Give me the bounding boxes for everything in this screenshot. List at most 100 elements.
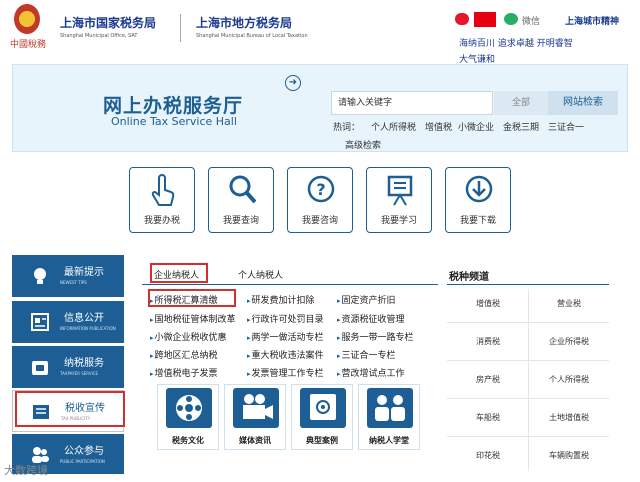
- city-spirit-title: 上海城市精神: [565, 17, 620, 27]
- local-tax-title[interactable]: 上海市地方税务局: [196, 14, 292, 31]
- wechat-icon[interactable]: [504, 13, 518, 25]
- quick-action-tax-filing[interactable]: 我要办税: [129, 167, 195, 233]
- search-button[interactable]: 网站检索: [548, 91, 618, 115]
- feature-tile-label: 税务文化: [172, 436, 204, 445]
- quick-action-label: 我要学习: [380, 216, 417, 226]
- feature-tile-label: 纳税人学堂: [369, 436, 409, 445]
- quick-action-learn[interactable]: 我要学习: [366, 167, 432, 233]
- highlight-box: [15, 391, 125, 427]
- enterprise-link[interactable]: 重大税收违法案件: [247, 348, 324, 361]
- sidebar-item-label: 纳税服务: [64, 358, 104, 369]
- header-divider: [180, 14, 181, 42]
- hot-word-link[interactable]: 金税三期: [503, 120, 539, 133]
- tax-type-link[interactable]: 车辆购置税: [529, 450, 609, 461]
- weibo-icon[interactable]: [455, 13, 469, 25]
- presentation-icon: [387, 175, 413, 206]
- video-camera-icon: [233, 388, 279, 428]
- feature-tile-taxpayer-school[interactable]: 纳税人学堂: [358, 384, 420, 450]
- enterprise-link[interactable]: 研发费加计扣除: [247, 293, 315, 306]
- tax-type-link[interactable]: 企业所得税: [529, 336, 609, 347]
- quick-action-label: 我要下载: [459, 216, 496, 226]
- hot-word-link[interactable]: 增值税: [425, 120, 452, 133]
- tax-type-link[interactable]: 车船税: [448, 412, 528, 423]
- students-icon: [367, 388, 413, 428]
- quick-action-label: 我要办税: [143, 216, 180, 226]
- search-icon: [229, 175, 256, 204]
- tab-individual-taxpayer[interactable]: 个人纳税人: [238, 268, 283, 281]
- sidebar-item-sublabel: NEWEST TIPS: [60, 280, 87, 285]
- enterprise-link[interactable]: 营改增试点工作: [337, 366, 405, 379]
- sidebar-item-newest-tips[interactable]: 最新提示 NEWEST TIPS: [12, 255, 124, 297]
- download-icon: [465, 175, 493, 203]
- enterprise-link[interactable]: 发票管理工作专栏: [247, 366, 324, 379]
- state-tax-subtitle: Shanghai Municipal Office, SAT: [60, 33, 138, 39]
- tax-type-link[interactable]: 增值税: [448, 298, 528, 309]
- enterprise-link[interactable]: 增值税电子发票: [150, 366, 218, 379]
- sidebar-item-info-disclosure[interactable]: 信息公开 INFORMATION PUBLICATION: [12, 301, 124, 343]
- sidebar-item-sublabel: PUBLIC PARTICIPATION: [60, 459, 105, 464]
- hot-word-link[interactable]: 个人所得税: [371, 120, 416, 133]
- film-reel-icon: [166, 388, 212, 428]
- feature-tile-label: 典型案例: [306, 436, 338, 445]
- emblem-motto: 中國稅務: [10, 40, 47, 50]
- feature-tile-typical-cases[interactable]: 典型案例: [291, 384, 353, 450]
- lightbulb-icon: [34, 268, 46, 284]
- enterprise-link[interactable]: 固定资产折旧: [337, 293, 396, 306]
- search-input[interactable]: 请输入关键字: [331, 91, 493, 115]
- enterprise-link[interactable]: 服务一带一路专栏: [337, 330, 414, 343]
- quick-action-query[interactable]: 我要查询: [208, 167, 274, 233]
- enterprise-link[interactable]: 行政许可处罚目录: [247, 312, 324, 325]
- hall-title[interactable]: 网上办税服务厅: [103, 91, 243, 118]
- quick-action-download[interactable]: 我要下载: [445, 167, 511, 233]
- tax-type-link[interactable]: 印花税: [448, 450, 528, 461]
- sidebar-item-label: 最新提示: [64, 267, 104, 278]
- highlight-box: [148, 289, 236, 307]
- tax-type-link[interactable]: 房产税: [448, 374, 528, 385]
- highlight-box: [150, 263, 208, 283]
- search-scope-select[interactable]: 全部: [494, 91, 548, 115]
- tax-type-link[interactable]: 土地增值税: [529, 412, 609, 423]
- sidebar-item-taxpayer-service[interactable]: 纳税服务 TAXPAYER SERVICE: [12, 346, 124, 388]
- tax-channel-title: 税种频道: [449, 272, 489, 283]
- advanced-search-link[interactable]: 高级检索: [345, 138, 381, 151]
- enterprise-link[interactable]: 小微企业税收优惠: [150, 330, 227, 343]
- quick-action-label: 我要咨询: [301, 216, 338, 226]
- enterprise-link[interactable]: 资源税征收管理: [337, 312, 405, 325]
- feature-tile-media-news[interactable]: 媒体资讯: [224, 384, 286, 450]
- tax-emblem-icon: [14, 4, 40, 34]
- city-spirit-line1: 海纳百川 追求卓越 开明睿智: [459, 39, 573, 49]
- local-tax-subtitle: Shanghai Municipal Bureau of Local Taxat…: [196, 33, 308, 39]
- state-tax-title[interactable]: 上海市国家税务局: [60, 14, 156, 31]
- tax-grid-line: [447, 436, 609, 437]
- enterprise-link[interactable]: 两学一做活动专栏: [247, 330, 324, 343]
- sidebar-item-label: 公众参与: [64, 446, 104, 457]
- feature-tile-label: 媒体资讯: [239, 436, 271, 445]
- hot-word-link[interactable]: 小微企业: [458, 120, 494, 133]
- enterprise-link[interactable]: 国地税征管体制改革: [150, 312, 236, 325]
- hand-pointer-icon: [151, 174, 175, 206]
- service-hall-banner: ➜ 网上办税服务厅 Online Tax Service Hall 请输入关键字…: [12, 64, 628, 152]
- hot-words-label: 热词：: [333, 123, 361, 133]
- watermark: 大数跨境: [4, 464, 48, 477]
- china-flag-icon: [474, 12, 496, 27]
- wechat-label[interactable]: 微信: [522, 14, 540, 27]
- hall-subtitle: Online Tax Service Hall: [111, 115, 237, 128]
- tax-type-link[interactable]: 营业税: [529, 298, 609, 309]
- question-icon: ?: [307, 175, 335, 203]
- tax-type-link[interactable]: 消费税: [448, 336, 528, 347]
- svg-text:?: ?: [316, 180, 325, 199]
- safe-icon: [300, 388, 346, 428]
- hot-word-link[interactable]: 三证合一: [548, 120, 584, 133]
- quick-action-label: 我要查询: [222, 216, 259, 226]
- enterprise-link[interactable]: 三证合一专栏: [337, 348, 396, 361]
- enterprise-link[interactable]: 跨地区汇总纳税: [150, 348, 218, 361]
- sidebar-item-label: 信息公开: [64, 313, 104, 324]
- document-icon: [31, 313, 49, 331]
- feature-tile-tax-culture[interactable]: 税务文化: [157, 384, 219, 450]
- service-icon: [32, 361, 48, 375]
- site-header: 中國稅務 上海市国家税务局 Shanghai Municipal Office,…: [0, 0, 640, 65]
- arrow-right-icon[interactable]: ➜: [285, 75, 301, 91]
- quick-action-consult[interactable]: ? 我要咨询: [287, 167, 353, 233]
- tax-type-link[interactable]: 个人所得税: [529, 374, 609, 385]
- tax-grid-line: [447, 360, 609, 361]
